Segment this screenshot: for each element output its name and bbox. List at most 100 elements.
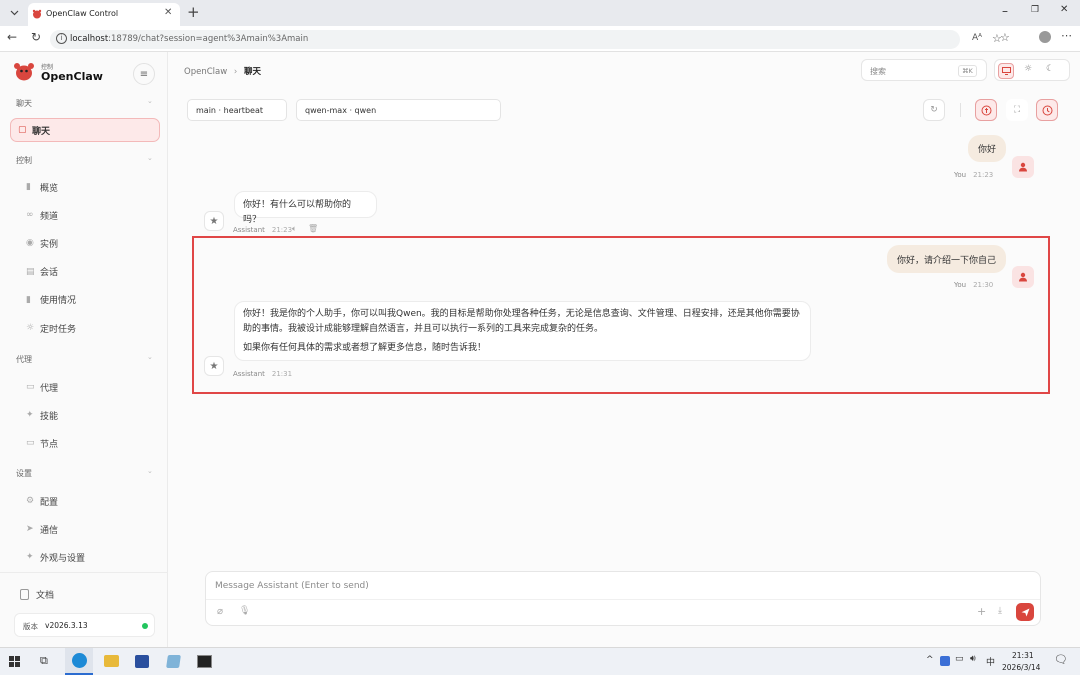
search-input[interactable]: 搜索 ⌘K (861, 59, 987, 81)
assistant-avatar-icon: ★ (204, 211, 224, 231)
file-explorer-icon[interactable] (104, 655, 119, 667)
more-icon[interactable]: ⋯ (1061, 29, 1072, 42)
sidebar-section-title[interactable]: 设置 (16, 468, 32, 479)
sidebar-item[interactable]: ▤ 会话 (10, 262, 160, 282)
sidebar-item[interactable]: ∞ 频道 (10, 205, 160, 225)
delete-icon[interactable]: 🗑︎ (308, 224, 318, 233)
tray-app-icon[interactable] (940, 656, 950, 666)
message-text: 你好！有什么可以帮助你的吗？ (243, 200, 352, 225)
windows-start-icon[interactable] (9, 656, 20, 667)
ime-indicator[interactable]: 中 (986, 655, 995, 668)
sun-icon[interactable]: ☼ (1024, 64, 1032, 74)
sidebar-section-title[interactable]: 代理 (16, 354, 32, 365)
sidebar-section-title[interactable]: 聊天 (16, 98, 32, 109)
browser-tab[interactable]: OpenClaw Control ✕ (28, 3, 180, 26)
powershell-icon[interactable] (135, 655, 149, 668)
monitor-icon: ▭ (26, 438, 35, 449)
message-paragraph: 你好！我是你的个人助手，你可以叫我Qwen。我的目标是帮助你处理各种任务，无论是… (243, 309, 800, 334)
sidebar-item[interactable]: ▭ 代理 (10, 377, 160, 397)
model-selector[interactable]: qwen-max · qwen (296, 99, 501, 121)
read-aloud-icon[interactable]: Aᴬ (972, 33, 982, 43)
minimize-icon[interactable]: – (1002, 4, 1008, 18)
sidebar-item-label: 配置 (40, 497, 59, 508)
speaker-icon[interactable]: 🔈︎ (292, 224, 297, 234)
tab-list-icon[interactable] (6, 6, 22, 20)
focus-icon[interactable]: ⛶ (1006, 99, 1028, 121)
thinking-toggle-icon[interactable] (975, 99, 997, 121)
menu-toggle-icon[interactable]: ≡ (133, 63, 155, 85)
window-close-icon[interactable]: ✕ (1060, 4, 1068, 15)
clock-icon[interactable] (1036, 99, 1058, 121)
sidebar-item[interactable]: ▮ 使用情况 (10, 290, 160, 310)
sidebar-item-label: 实例 (40, 239, 59, 250)
assistant-avatar-icon: ★ (204, 356, 224, 376)
message-sender: Assistant (233, 370, 265, 378)
sidebar-item[interactable]: ◉ 实例 (10, 233, 160, 253)
attachment-icon[interactable]: ⌀ (217, 606, 223, 617)
sidebar-item-label: 通信 (40, 525, 59, 536)
breadcrumb-current: 聊天 (243, 67, 261, 77)
app-icon[interactable] (166, 655, 181, 668)
user-message-bubble: 你好，请介绍一下你自己 (887, 245, 1006, 273)
chevron-down-icon[interactable]: ⌄ (147, 97, 153, 105)
status-dot (142, 623, 148, 629)
download-icon[interactable]: ⤓ (998, 606, 1002, 616)
sidebar-item[interactable]: ✦ 外观与设置 (10, 547, 160, 567)
session-chip-label: main · heartbeat (196, 105, 263, 115)
sidebar-item[interactable]: ✦ 技能 (10, 405, 160, 425)
new-tab-icon[interactable]: + (187, 3, 200, 21)
message-time: 21:31 (271, 370, 293, 378)
version-label: 版本 (23, 622, 38, 631)
star-icon[interactable]: ☆ (992, 32, 1002, 45)
sidebar: 控制 OpenClaw ≡ 聊天 ⌄ ▢ 聊天 控制 ⌄ ▮ 概览 ∞ 频道 ◉ 实例 ▤ 会话 ▮ 使用情况… (0, 52, 168, 647)
breadcrumb-root[interactable]: OpenClaw (184, 67, 227, 77)
clock-time[interactable]: 21:31 (1012, 651, 1034, 660)
sidebar-item[interactable]: ☼ 定时任务 (10, 318, 160, 338)
sidebar-item[interactable]: ▮ 概览 (10, 177, 160, 197)
site-info-icon[interactable]: i (56, 33, 67, 44)
restore-icon[interactable]: ❐ (1031, 5, 1039, 15)
sidebar-item[interactable]: ⚙ 配置 (10, 491, 160, 511)
message-text: 你好 (977, 145, 996, 155)
edge-taskbar-button[interactable] (65, 648, 93, 675)
back-icon[interactable]: ← (7, 30, 17, 44)
divider (206, 599, 1040, 600)
message-meta: Assistant 21:23 (233, 226, 292, 234)
terminal-icon[interactable] (197, 655, 212, 668)
sidebar-item-label: 代理 (40, 383, 59, 394)
task-view-icon[interactable]: ⧉ (40, 654, 48, 668)
sidebar-section-title[interactable]: 控制 (16, 155, 32, 166)
message-input[interactable]: Message Assistant (Enter to send) (215, 581, 369, 591)
sidebar-item[interactable]: ➤ 通信 (10, 519, 160, 539)
microphone-icon[interactable]: 🎙︎ (239, 606, 250, 616)
chevron-down-icon[interactable]: ⌄ (147, 154, 153, 162)
search-shortcut: ⌘K (958, 65, 977, 77)
chevron-down-icon[interactable]: ⌄ (147, 353, 153, 361)
clock-date[interactable]: 2026/3/14 (1002, 663, 1040, 672)
tray-expand-icon[interactable]: ^ (926, 655, 934, 665)
document-icon (20, 589, 29, 600)
sidebar-item-label: 频道 (40, 211, 59, 222)
sidebar-item[interactable]: ▭ 节点 (10, 433, 160, 453)
send-button[interactable] (1016, 603, 1034, 621)
monitor-icon[interactable] (998, 63, 1014, 79)
network-icon[interactable]: ▭ (955, 654, 964, 664)
volume-icon[interactable]: 🔊︎ (970, 654, 976, 664)
add-icon[interactable]: + (977, 605, 986, 618)
message-sender: You (954, 171, 967, 179)
profile-avatar[interactable] (1039, 31, 1051, 43)
message-time: 21:23 (271, 226, 293, 234)
main-panel: OpenClaw › 聊天 搜索 ⌘K ☼ ☾ main · heartbeat… (168, 52, 1080, 647)
docs-link[interactable]: 文档 (20, 588, 54, 601)
chevron-down-icon[interactable]: ⌄ (147, 467, 153, 475)
sidebar-item[interactable]: ▢ 聊天 (10, 118, 160, 142)
refresh-icon[interactable]: ↻ (923, 99, 945, 121)
tab-close-icon[interactable]: ✕ (164, 7, 172, 18)
address-bar[interactable]: i localhost:18789/chat?session=agent%3Am… (50, 30, 1002, 49)
moon-icon[interactable]: ☾ (1046, 64, 1054, 74)
bar-chart-icon: ▮ (26, 182, 31, 192)
sidebar-item-label: 使用情况 (40, 296, 77, 307)
notification-icon[interactable]: 🗨︎ (1054, 653, 1068, 666)
session-selector[interactable]: main · heartbeat (187, 99, 287, 121)
reload-icon[interactable]: ↻ (31, 30, 41, 44)
